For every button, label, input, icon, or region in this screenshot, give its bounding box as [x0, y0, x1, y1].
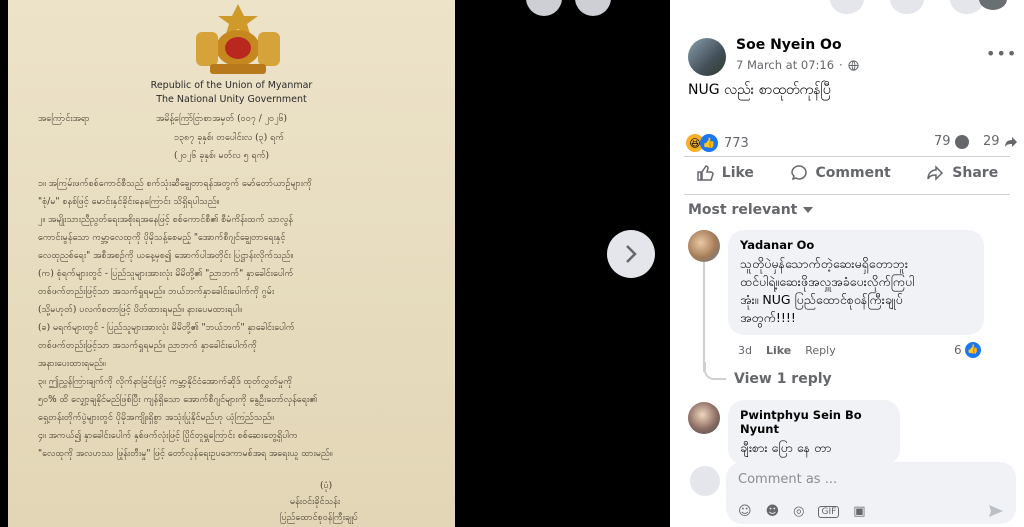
comment-input[interactable]: Comment as ...	[738, 472, 837, 487]
chevron-down-icon	[803, 207, 814, 213]
state-seal-icon	[196, 4, 280, 74]
reply-connector	[704, 362, 726, 380]
doc-body-line: ၃။ ဤညွှန်ကြားချက်ကို လိုက်နာခြင်းဖြင့် က…	[38, 377, 293, 387]
like-reaction-icon: 👍	[700, 134, 718, 152]
avatar-sticker-icon[interactable]: ☺	[738, 504, 752, 519]
doc-signatory-name: မန်းဝင်းခိုင်သန်း	[290, 497, 341, 507]
comment-label: Comment	[815, 165, 891, 181]
share-icon	[927, 165, 944, 181]
gif-icon[interactable]: GIF	[818, 505, 840, 518]
comment-like-button[interactable]: Like	[766, 344, 791, 357]
messenger-icon[interactable]	[890, 0, 924, 14]
doc-body-line: (ခ) မရက်များတွင် - ပြည်သူများအားလုံး မိမ…	[38, 323, 295, 333]
doc-date-line-1: ၁၃၈၇ ခုနှစ်၊ တပေါင်းလ (၃) ရက်	[174, 133, 285, 143]
doc-body-line: (သို့မဟုတ်) ပလက်စတာဖြင့် ပိတ်ထားရမည်။ နာ…	[38, 305, 242, 315]
doc-header-line-2: The National Unity Government	[156, 94, 307, 105]
comment-reply-button[interactable]: Reply	[805, 344, 835, 357]
share-button[interactable]: Share	[926, 164, 998, 182]
chevron-right-icon	[626, 245, 637, 263]
sticker-icon[interactable]: ▣	[853, 504, 865, 519]
doc-body-line: ကောင်းမွန်သော ကမ္ဘာ့လေထုကို ပိုမိုသန့်စေ…	[38, 233, 286, 243]
thread-line	[703, 262, 705, 372]
doc-subject-label: အကြောင်းအရာ	[38, 114, 90, 124]
comment-icon	[790, 165, 807, 181]
comment-author[interactable]: Yadanar Oo	[740, 238, 972, 252]
comment-button[interactable]: Comment	[790, 164, 891, 182]
comment-line: အုံး။ NUG ပြည်ထောင်စုဝန်ကြီးချုပ်	[740, 292, 903, 307]
document-image: Republic of the Union of Myanmar The Nat…	[8, 0, 455, 527]
zoom-out-button[interactable]	[575, 0, 611, 16]
post-panel: Soe Nyein Oo 7 March at 07:16 · ••• NUG …	[670, 0, 1024, 527]
doc-signatory-title: ပြည်ထောင်စုဝန်ကြီးချုပ်	[280, 513, 358, 523]
doc-body-line: ၁။ အကြမ်းဖက်စစ်ကောင်စီသည် စက်သုံးဆီချွေတ…	[38, 179, 312, 189]
thumbs-up-icon	[697, 165, 714, 181]
composer-avatar	[690, 466, 720, 496]
doc-body-line: ၂။ အမျိုးသားညီညွတ်ရေးအစိုးရအနေဖြင့် စစ်က…	[38, 215, 293, 225]
doc-header-line-1: Republic of the Union of Myanmar	[150, 80, 313, 91]
doc-body-line: "စုံ/မ" စနစ်ဖြင့် မောင်းနှင်ခိုင်းနေကြော…	[38, 197, 220, 207]
comment-line: သူတိုပဲမှန်သောက်တဲ့ဆေးမရှိတောဘူး	[740, 256, 909, 271]
commenter-avatar[interactable]	[688, 402, 720, 434]
comment-bubble: Pwintphyu Sein Bo Nyunt ချီးစား ပြော နေ …	[728, 400, 900, 465]
like-button[interactable]: Like	[696, 164, 754, 182]
doc-body-line: အနားပေးထားရမည်။	[38, 359, 106, 369]
like-label: Like	[721, 165, 754, 181]
comment-line: ထင်ပါရဲ့။ဆေးဖိုအလှူအခံပေးလိုက်ကြပါ	[740, 274, 915, 289]
post-text: NUG လည်း စာထုတ်ကုန်ပြီ	[688, 82, 831, 98]
comment-bubble: Yadanar Oo သူတိုပဲမှန်သောက်တဲ့ဆေးမရှိတော…	[728, 230, 984, 335]
share-label: Share	[952, 165, 999, 181]
menu-icon[interactable]	[830, 0, 864, 14]
doc-body-line: ရှေ့တန်းတိုက်ပွဲများတွင် ပိုမိုအကျိုးရှိ…	[38, 413, 274, 423]
dot-separator: ·	[839, 58, 843, 72]
share-count[interactable]: 29	[983, 134, 1000, 149]
next-photo-button[interactable]	[607, 230, 655, 278]
zoom-in-button[interactable]	[526, 0, 562, 16]
commenter-avatar[interactable]	[688, 230, 720, 262]
doc-signature-mark: (ပုံ)	[320, 481, 333, 491]
comment-line: အတွက်!!!!	[740, 310, 796, 325]
emoji-icon[interactable]: ☻	[766, 504, 780, 519]
send-icon[interactable]	[988, 504, 1004, 518]
share-count-icon	[1004, 136, 1017, 147]
divider	[684, 194, 1010, 195]
view-replies-link[interactable]: View 1 reply	[734, 371, 832, 387]
doc-body-line: လေထုညစ်ရေး" အစီအစဉ်ကို ယနေ့မှစ၍ အောက်ပါအ…	[38, 251, 294, 261]
doc-body-line: "လေထုကို အလဟဿ ဖြုန်းတီးမှု" ဖြင့် တော်လှ…	[38, 449, 333, 459]
doc-body-line: ၄။ အကယ်၍ နှာခေါင်းပေါက် နှစ်ဖက်လုံးဖြင့်…	[38, 431, 298, 441]
panel-top-controls	[830, 0, 984, 14]
comment-line: ချီးစား ပြော နေ တာ	[740, 440, 832, 455]
comment-age[interactable]: 3d	[738, 344, 752, 357]
comment-author[interactable]: Pwintphyu Sein Bo Nyunt	[740, 408, 888, 436]
comment-composer[interactable]: Comment as ... ☺ ☻ ◎ GIF ▣	[726, 462, 1016, 524]
comment-count-icon	[954, 134, 969, 149]
divider	[684, 156, 1010, 157]
reaction-count[interactable]: 773	[724, 136, 749, 151]
camera-icon[interactable]: ◎	[793, 504, 804, 519]
sort-label: Most relevant	[688, 202, 798, 218]
post-timestamp[interactable]: 7 March at 07:16	[736, 58, 834, 72]
more-options-icon[interactable]: •••	[986, 44, 1017, 63]
doc-subject-text: အမိန့်ကြော်ငြာစာအမှတ် (၀၀၇ / ၂၀၂၆)	[156, 114, 288, 124]
doc-body-line: တစ်ဖက်တည်းဖြင့်သာ အသက်ရှုရမည်။ ဘယ်ဘက်နှာ…	[38, 287, 275, 297]
doc-body-line: ၅၀% ထိ လျှော့ချနိုင်မည်ဖြစ်ပြီး ကျန်ရှိသ…	[38, 395, 318, 405]
like-reaction-icon: 👍	[964, 342, 981, 358]
doc-body-line: (က) စုံရက်များတွင် - ပြည်သူများအားလုံး မ…	[38, 269, 294, 279]
author-name[interactable]: Soe Nyein Oo	[736, 37, 842, 53]
comment-like-count[interactable]: 6	[954, 343, 962, 357]
globe-icon	[848, 59, 859, 71]
doc-date-line-2: (၂၀၂၆ ခုနှစ်၊ မတ်လ ၅ ရက်)	[174, 151, 270, 161]
sort-comments-dropdown[interactable]: Most relevant	[688, 202, 814, 218]
author-avatar[interactable]	[688, 38, 726, 76]
photo-viewer: Republic of the Union of Myanmar The Nat…	[0, 0, 670, 527]
comment-count[interactable]: 79	[934, 134, 951, 149]
doc-body-line: တစ်ဖက်တည်းဖြင့်သာ အသက်ရှုရမည်။ ညာဘက် နှာ…	[38, 341, 257, 351]
